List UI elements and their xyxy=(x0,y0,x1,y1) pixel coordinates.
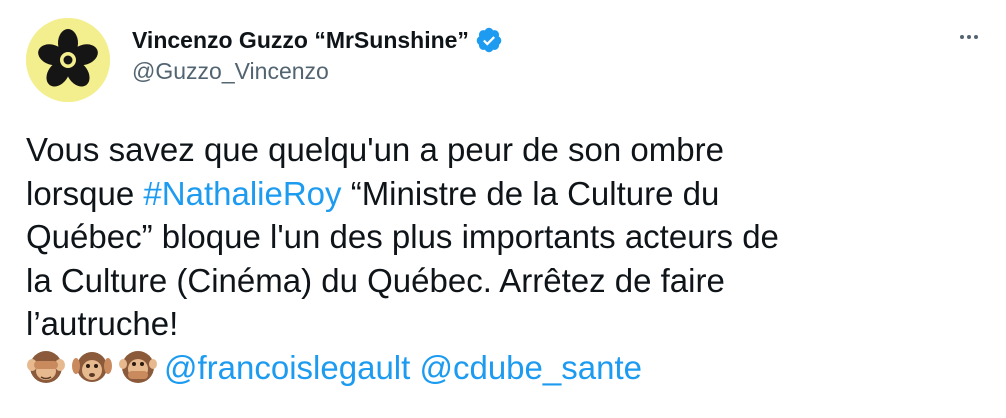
speak-no-evil-monkey-icon xyxy=(118,349,158,385)
avatar[interactable] xyxy=(26,18,110,102)
tweet-line-6: @francoislegault @cdube_sante xyxy=(26,346,986,390)
tweet-line-2-prefix: lorsque xyxy=(26,174,144,212)
tweet-line-1: Vous savez que quelqu'un a peur de son o… xyxy=(26,131,724,168)
author-handle[interactable]: @Guzzo_Vincenzo xyxy=(132,58,329,85)
verified-badge-icon xyxy=(475,26,503,54)
author-name-row: Vincenzo Guzzo “MrSunshine” xyxy=(132,22,503,58)
tweet-line-4: la Culture (Cinéma) du Québec. Arrêtez d… xyxy=(26,261,725,299)
tweet-line-2-suffix: “Ministre de la Culture du xyxy=(341,174,720,212)
flower-logo-icon xyxy=(26,18,110,102)
tweet-line-2: lorsque #NathalieRoy “Ministre de la Cul… xyxy=(26,172,986,216)
author-display-name[interactable]: Vincenzo Guzzo “MrSunshine” xyxy=(132,27,469,54)
tweet: Vincenzo Guzzo “MrSunshine” @Guzzo_Vince… xyxy=(0,0,1006,418)
see-no-evil-monkey-icon xyxy=(26,349,66,385)
mention-link[interactable]: @francoislegault xyxy=(164,349,410,386)
tweet-text: Vous savez que quelqu'un a peur de son o… xyxy=(26,128,986,390)
tweet-line-3: Québec” bloque l'un des plus importants … xyxy=(26,218,779,256)
tweet-line-5: l’autruche! xyxy=(26,305,179,343)
more-horizontal-icon[interactable] xyxy=(954,22,984,52)
hear-no-evil-monkey-icon xyxy=(72,349,112,385)
hashtag-link[interactable]: #NathalieRoy xyxy=(143,175,341,212)
mention-link[interactable]: @cdube_sante xyxy=(419,349,642,386)
